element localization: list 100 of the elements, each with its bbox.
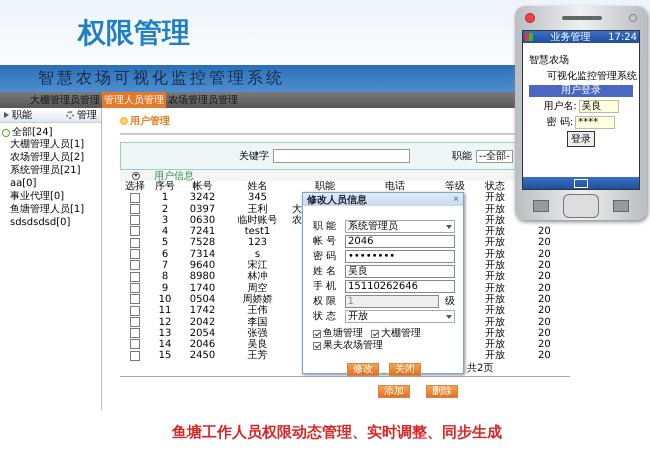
table-cell-text: 0504 [188,294,216,306]
select-field[interactable]: 系统管理员 [345,220,455,233]
input-field[interactable]: 15110262646 [345,280,455,293]
tree-item[interactable]: 系统管理员[21] [10,165,81,176]
nav-tab[interactable]: 农场管理员管理 [166,92,240,108]
row-checkbox[interactable] [130,306,140,316]
app-name: 业务管理 [550,30,591,44]
row-checkbox[interactable] [130,204,140,214]
tree-item[interactable]: 事业代理[0] [10,191,64,202]
collapse-icon[interactable] [132,172,140,180]
dpad-icon[interactable] [563,194,599,218]
field-label: 用户名: [543,100,577,113]
table-cell-text: 2054 [188,328,216,340]
manage-link[interactable]: 管理 [77,108,97,122]
caret-icon [446,315,452,319]
field-label: 密 码 [313,251,338,262]
table-cell: 20 [538,350,551,362]
table-cell-text: 6 [160,248,170,260]
table-cell-text: 开放 [484,237,506,249]
input-field[interactable]: 吴良 [345,265,455,278]
tree-item[interactable]: aa[0] [10,178,36,189]
tree-item[interactable]: 农场管理人员[2] [10,152,84,163]
field-label: 职能 [452,150,472,163]
table-cell: 20 [538,305,551,316]
username-field[interactable]: 吴良 [578,100,619,112]
permission-checkbox[interactable] [313,342,321,350]
row-checkbox[interactable] [130,226,140,236]
row-checkbox[interactable] [130,215,140,226]
table-cell-text: 4 [160,226,170,238]
table-cell-text: 12 [158,316,172,328]
app-title: 智慧农场 [528,54,569,67]
table-cell-text: 开放 [484,248,506,260]
table-cell-text: 李国 [246,316,268,328]
table-cell-text: 9640 [188,260,216,272]
row-checkbox[interactable] [130,350,140,361]
table-cell: 20 [538,328,551,339]
table-cell-text: 0397 [188,204,216,215]
table-cell-text: 5 [160,237,170,249]
select-field[interactable]: 开放 [345,310,455,323]
row-checkbox[interactable] [130,249,140,260]
field-label: 帐 号 [313,236,338,247]
input-field: 1 [344,295,439,308]
close-button[interactable]: × [453,194,459,205]
column-header: 选择 [124,181,146,192]
table-cell-text: 林冲 [246,271,268,282]
row-checkbox[interactable] [130,192,140,203]
column-header: 等级 [444,181,466,192]
unit-label: 级 [445,296,455,307]
password-field[interactable]: **** [575,116,616,128]
role-select[interactable]: --全部- [476,150,513,162]
column-header: 序号 [154,181,176,192]
table-cell-text: 7528 [188,237,216,249]
table-cell-text: 开放 [484,192,506,204]
system-title: 智慧农场可视化监控管理系统 [38,68,285,89]
row-checkbox[interactable] [130,238,140,248]
nav-tab[interactable]: 大棚管理员管理 [28,92,102,108]
table-cell-text: 王利 [246,204,268,215]
permission-checkbox[interactable] [313,330,321,338]
login-button[interactable]: 登录 [567,131,595,147]
row-checkbox[interactable] [130,294,140,304]
table-cell-text: 开放 [484,226,506,238]
permission-checkbox[interactable] [371,330,379,338]
row-checkbox[interactable] [130,260,140,270]
field-label: 手 机 [313,281,338,292]
row-checkbox[interactable] [130,339,140,350]
table-cell-text: 9 [160,282,170,294]
table-cell-text: 2450 [188,350,216,362]
row-checkbox[interactable] [130,282,140,293]
field-label: 密 码: [546,116,574,129]
row-checkbox[interactable] [130,328,140,338]
start-icon[interactable] [525,33,533,41]
table-cell: 大 [292,204,302,215]
table-cell-text: 临时账号 [236,214,278,226]
table-cell-text: 开放 [484,350,506,362]
table-cell: 20 [538,339,551,350]
keyword-field[interactable] [273,149,410,163]
table-cell-text: 2046 [188,339,216,350]
column-header: 姓名 [246,181,268,192]
table-cell-text: 345 [246,192,268,204]
table-cell-text: 8 [160,271,170,283]
tree-item[interactable]: 大棚管理人员[1] [10,139,84,150]
input-field[interactable]: •••••••• [345,250,455,263]
field-label: 职 能 [313,221,338,232]
sun-icon [120,117,128,125]
tree-item[interactable]: 全部[24] [12,127,53,138]
row-checkbox[interactable] [130,316,140,327]
table-cell-text: 开放 [484,305,506,317]
input-field[interactable]: 2046 [345,235,455,248]
checkbox-label: 大棚管理 [381,328,421,339]
tree-item[interactable]: 鱼塘管理人员[1] [10,204,84,215]
table-cell-text: 开放 [484,271,506,283]
row-checkbox[interactable] [130,272,140,282]
field-label: 状 态 [313,311,338,322]
slide-caption: 鱼塘工作人员权限动态管理、实时调整、同步生成 [172,422,502,442]
table-cell-text: 7 [160,260,170,272]
table-cell-text: 开放 [484,328,506,339]
tree-item[interactable]: sdsdsdsd[0] [10,217,70,228]
table-cell: 20 [538,316,551,328]
table-cell-text: 宋江 [246,260,268,272]
table-cell: 20 [538,271,551,282]
